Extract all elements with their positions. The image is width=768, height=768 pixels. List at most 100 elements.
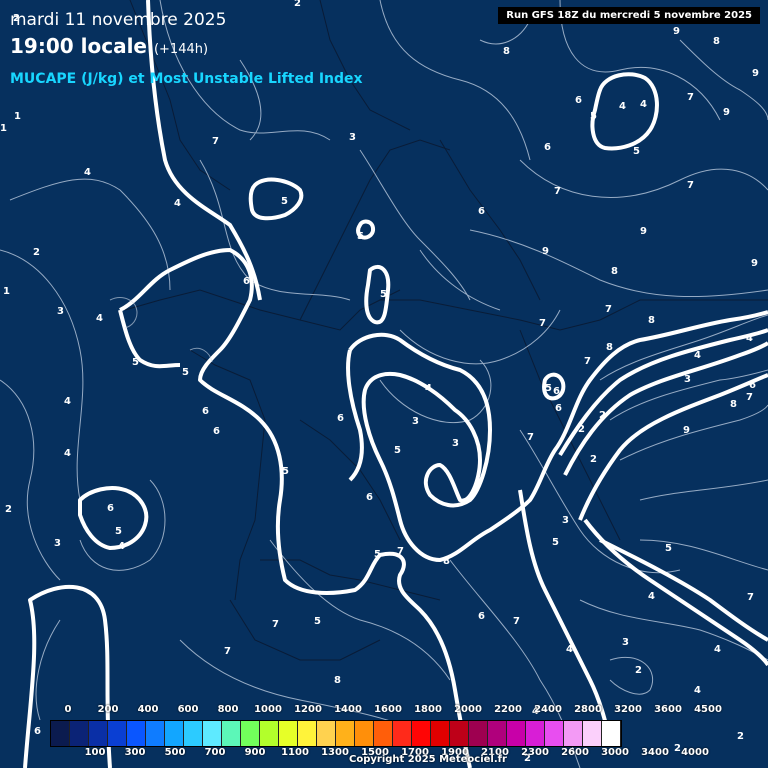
- contour-label: 7: [747, 592, 754, 603]
- contour-label: 8: [730, 399, 737, 410]
- contour-label: 5: [115, 526, 122, 537]
- legend-swatch: [241, 721, 260, 746]
- contour-label: 3: [452, 438, 459, 449]
- legend-upper-label: 1400: [334, 704, 362, 715]
- legend-swatch: [526, 721, 545, 746]
- contour-label: 3: [57, 306, 64, 317]
- legend-swatch: [184, 721, 203, 746]
- contour-label: 6: [575, 95, 582, 106]
- contour-label: 2: [33, 247, 40, 258]
- legend-lower-label: 1300: [321, 747, 349, 758]
- contour-label: 5: [314, 616, 321, 627]
- contour-label: 1: [0, 123, 7, 134]
- forecast-date: mardi 11 novembre 2025: [10, 10, 227, 30]
- legend-lower-label: 500: [164, 747, 186, 758]
- contour-label: 5: [132, 357, 139, 368]
- legend-upper-label: 3600: [654, 704, 682, 715]
- contour-label: 6: [553, 386, 560, 397]
- contour-label: 4: [96, 313, 103, 324]
- contour-label: 6: [544, 142, 551, 153]
- contour-label: 6: [478, 206, 485, 217]
- copyright-text: Copyright 2025 Meteociel.fr: [349, 754, 507, 765]
- contour-label: 6: [243, 276, 250, 287]
- legend-lower-label: 300: [124, 747, 146, 758]
- contour-label: 6: [555, 403, 562, 414]
- contour-label: 4: [694, 685, 701, 696]
- contour-label: 1: [14, 111, 21, 122]
- legend-swatch: [564, 721, 583, 746]
- contour-label: 8: [503, 46, 510, 57]
- legend-lower-label: 700: [204, 747, 226, 758]
- forecast-lead-time: (+144h): [153, 42, 209, 57]
- contour-label: 4: [694, 350, 701, 361]
- contour-label: 8: [606, 342, 613, 353]
- contour-label: 2: [737, 731, 744, 742]
- legend-swatch: [51, 721, 70, 746]
- legend-swatch: [317, 721, 336, 746]
- contour-label: 8: [334, 675, 341, 686]
- legend-upper-label: 2400: [534, 704, 562, 715]
- contour-label: 7: [539, 318, 546, 329]
- contour-label: 9: [751, 258, 758, 269]
- legend-upper-label: 200: [97, 704, 119, 715]
- legend-swatch: [127, 721, 146, 746]
- map-canvas: [0, 0, 768, 768]
- legend-upper-label: 2800: [574, 704, 602, 715]
- contour-label: 5: [633, 146, 640, 157]
- forecast-time-main: 19:00 locale: [10, 34, 147, 58]
- contour-label: 4: [84, 167, 91, 178]
- contour-label: 9: [673, 26, 680, 37]
- legend-swatch: [146, 721, 165, 746]
- legend-swatch: [602, 721, 621, 746]
- contour-label: 7: [554, 186, 561, 197]
- contour-label: 2: [635, 665, 642, 676]
- legend-swatch: [545, 721, 564, 746]
- contour-label: 3: [54, 538, 61, 549]
- contour-label: 2: [578, 424, 585, 435]
- contour-label: 4: [714, 644, 721, 655]
- contour-label: 8: [443, 556, 450, 567]
- legend-lower-label: 4000: [681, 747, 709, 758]
- contour-label: 4: [746, 333, 753, 344]
- contour-label: 3: [412, 416, 419, 427]
- contour-label: 7: [272, 619, 279, 630]
- legend-swatch: [298, 721, 317, 746]
- legend-lower-label: 900: [244, 747, 266, 758]
- contour-label: 3: [562, 515, 569, 526]
- contour-label: 7: [584, 356, 591, 367]
- legend-swatch: [165, 721, 184, 746]
- contour-label: 7: [687, 180, 694, 191]
- legend-swatch: [507, 721, 526, 746]
- contour-label: 6: [202, 406, 209, 417]
- contour-label: 4: [640, 99, 647, 110]
- contour-label: 5: [665, 543, 672, 554]
- contour-label: 2: [5, 504, 12, 515]
- contour-label: 7: [687, 92, 694, 103]
- contour-label: 3: [622, 637, 629, 648]
- legend-upper-label: 0: [64, 704, 72, 715]
- contour-label: 8: [648, 315, 655, 326]
- forecast-time: 19:00 locale (+144h): [10, 34, 208, 58]
- legend-swatch: [222, 721, 241, 746]
- legend-lower-label: 3400: [641, 747, 669, 758]
- contour-label: 3: [349, 132, 356, 143]
- contour-label: 4: [118, 541, 125, 552]
- legend-upper-label: 2200: [494, 704, 522, 715]
- contour-label: 7: [212, 136, 219, 147]
- legend-swatch: [488, 721, 507, 746]
- contour-label: 7: [224, 646, 231, 657]
- legend-swatches: [50, 720, 622, 747]
- contour-label: 7: [397, 546, 404, 557]
- legend-swatch: [203, 721, 222, 746]
- contour-label: 5: [357, 231, 364, 242]
- contour-label: 5: [281, 196, 288, 207]
- contour-label: 4: [174, 198, 181, 209]
- contour-label: 6: [337, 413, 344, 424]
- contour-label: 7: [746, 392, 753, 403]
- legend-swatch: [450, 721, 469, 746]
- legend-upper-label: 3200: [614, 704, 642, 715]
- legend-lower-label: 2300: [521, 747, 549, 758]
- contour-label: 5: [282, 466, 289, 477]
- legend-swatch: [336, 721, 355, 746]
- run-info-badge: Run GFS 18Z du mercredi 5 novembre 2025: [498, 7, 760, 24]
